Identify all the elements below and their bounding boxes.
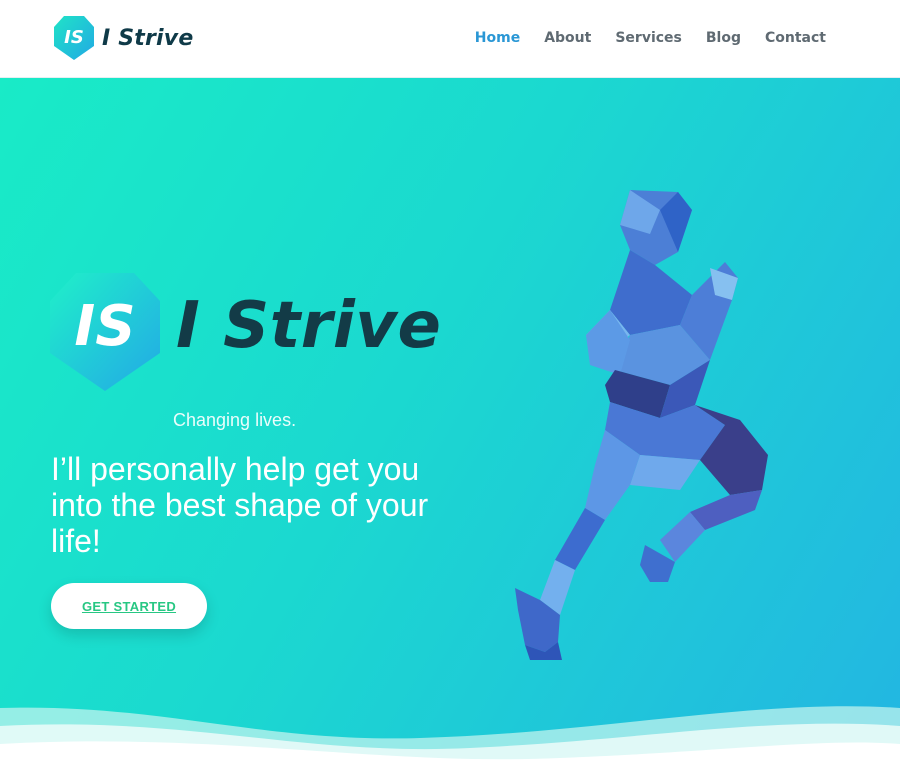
brand-logo-mark-icon: IS	[54, 16, 94, 60]
hero-wave-divider	[0, 706, 900, 760]
hero-logo-mark-icon: IS	[50, 273, 160, 391]
brand-logo-monogram: IS	[64, 27, 84, 48]
polygon-runner-icon	[515, 190, 768, 660]
hero-tagline: Changing lives.	[173, 410, 297, 430]
hero-logo-text: I Strive	[176, 289, 442, 363]
hero-section: IS I Strive Changing lives. I’ll persona…	[0, 78, 900, 760]
nav-blog[interactable]: Blog	[706, 30, 741, 46]
nav-home[interactable]: Home	[475, 30, 520, 46]
nav-services[interactable]: Services	[615, 30, 682, 46]
hero-headline: I’ll personally help get you into the be…	[51, 451, 429, 559]
nav-contact[interactable]: Contact	[765, 30, 826, 46]
main-nav: Home About Services Blog Contact	[475, 30, 826, 46]
get-started-button[interactable]: GET STARTED	[51, 583, 207, 629]
nav-about[interactable]: About	[544, 30, 591, 46]
brand-logo-text: I Strive	[102, 25, 194, 51]
hero-logo-monogram: IS	[74, 294, 135, 359]
site-header: IS I Strive Home About Services Blog Con…	[0, 0, 900, 78]
hero-logo: IS I Strive	[50, 273, 441, 391]
brand-logo[interactable]: IS I Strive	[54, 16, 193, 60]
